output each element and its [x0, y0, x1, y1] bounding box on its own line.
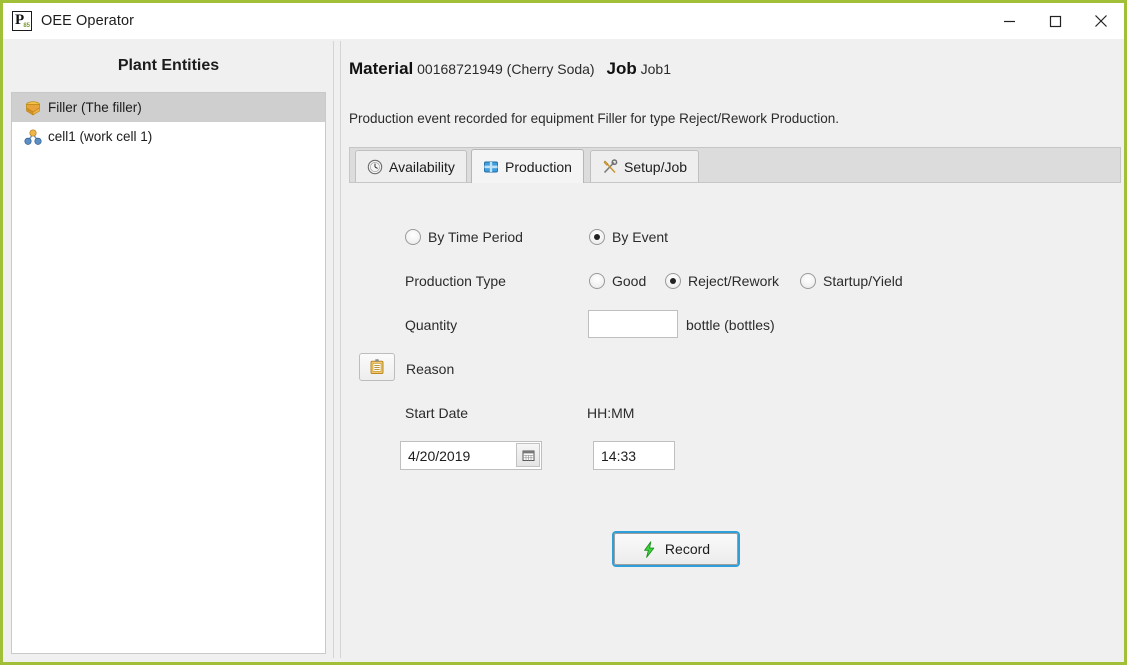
material-value: 00168721949 (Cherry Soda)	[417, 61, 595, 77]
radio-by-time-period[interactable]: By Time Period	[405, 229, 523, 245]
material-label: Material	[349, 59, 414, 78]
record-button-label: Record	[664, 541, 711, 557]
lightning-bolt-icon	[644, 540, 655, 558]
radio-indicator	[800, 273, 816, 289]
list-item-cell1[interactable]: cell1 (work cell 1)	[12, 122, 325, 151]
job-value: Job1	[640, 61, 671, 77]
material-job-header: Material 00168721949 (Cherry Soda) Job J…	[349, 59, 671, 79]
list-item-label: Filler (The filler)	[48, 100, 142, 115]
start-date-input[interactable]: 4/20/2019	[400, 441, 542, 470]
tab-production[interactable]: Production	[471, 149, 584, 184]
tab-setup-job[interactable]: Setup/Job	[590, 150, 700, 182]
start-date-label: Start Date	[405, 405, 469, 421]
calendar-dropdown-button[interactable]	[516, 443, 540, 467]
application-window: P 85 OEE Operator Plant Entities Filler …	[0, 0, 1127, 665]
radio-by-event[interactable]: By Event	[589, 229, 668, 245]
tab-control: Availability Production Setup/Job By Tim…	[349, 147, 1121, 649]
quantity-input[interactable]	[588, 310, 678, 338]
window-title: OEE Operator	[41, 13, 135, 29]
radio-label: Good	[612, 273, 647, 289]
list-item-label: cell1 (work cell 1)	[48, 129, 153, 144]
quantity-unit-label: bottle (bottles)	[686, 317, 775, 333]
px-logo-icon: P 85	[12, 11, 32, 31]
list-item-filler[interactable]: Filler (The filler)	[12, 93, 325, 122]
quantity-label: Quantity	[405, 317, 458, 333]
box-icon	[484, 161, 498, 173]
title-bar: P 85 OEE Operator	[3, 3, 1124, 39]
tab-strip: Availability Production Setup/Job	[349, 147, 1121, 184]
detail-panel: Material 00168721949 (Cherry Soda) Job J…	[342, 41, 1121, 658]
panel-title: Plant Entities	[117, 57, 220, 74]
radio-indicator	[665, 273, 681, 289]
radio-good[interactable]: Good	[589, 273, 646, 289]
radio-indicator	[405, 229, 421, 245]
panel-splitter[interactable]	[333, 41, 341, 658]
window-body: Plant Entities Filler (The filler) cell1…	[3, 39, 1124, 662]
radio-indicator	[589, 229, 605, 245]
event-description: Production event recorded for equipment …	[349, 111, 839, 126]
minimize-button[interactable]	[986, 3, 1032, 39]
plant-entities-list[interactable]: Filler (The filler) cell1 (work cell 1)	[11, 92, 326, 654]
window-controls	[986, 3, 1124, 39]
job-label: Job	[606, 59, 637, 78]
equipment-box-icon	[26, 100, 40, 116]
calendar-icon	[522, 450, 534, 461]
radio-label: Reject/Rework	[688, 273, 780, 289]
radio-label: By Time Period	[428, 229, 523, 245]
record-button[interactable]: Record	[614, 533, 738, 565]
production-type-label: Production Type	[405, 273, 506, 289]
work-cell-icon	[24, 128, 42, 145]
tab-label: Availability	[389, 158, 455, 175]
clipboard-icon	[370, 359, 384, 375]
start-date-value: 4/20/2019	[408, 447, 471, 464]
clock-icon	[367, 159, 383, 174]
tab-label: Setup/Job	[624, 158, 688, 175]
tab-label: Production	[505, 159, 572, 175]
radio-label: By Event	[612, 229, 669, 245]
production-tab-page: By Time Period By Event Production Type …	[349, 183, 1121, 649]
radio-indicator	[589, 273, 605, 289]
time-input[interactable]: 14:33	[593, 441, 675, 470]
radio-startup-yield[interactable]: Startup/Yield	[800, 273, 903, 289]
radio-label: Startup/Yield	[823, 273, 903, 289]
time-label: HH:MM	[587, 405, 635, 421]
tools-icon	[603, 158, 618, 173]
maximize-button[interactable]	[1032, 3, 1078, 39]
tab-availability[interactable]: Availability	[355, 150, 467, 182]
reason-button[interactable]	[359, 353, 395, 381]
radio-reject-rework[interactable]: Reject/Rework	[665, 273, 779, 289]
reason-label: Reason	[406, 361, 455, 377]
close-button[interactable]	[1078, 3, 1124, 39]
plant-entities-panel: Plant Entities Filler (The filler) cell1…	[6, 41, 331, 658]
